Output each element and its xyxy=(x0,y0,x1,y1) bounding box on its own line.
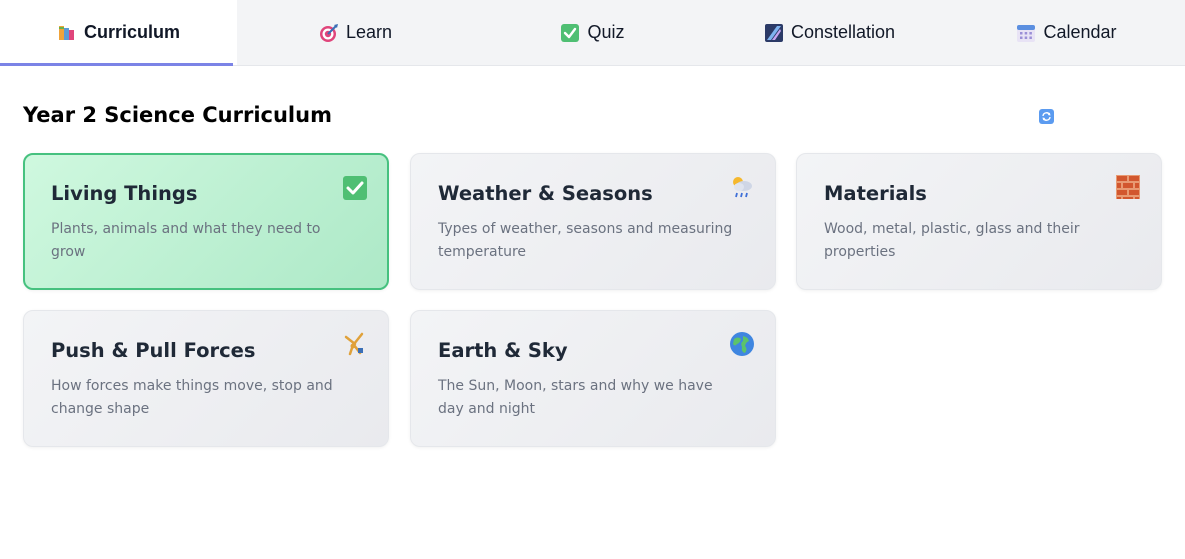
cartwheel-icon xyxy=(342,331,368,357)
topic-description: Types of weather, seasons and measuring … xyxy=(438,221,733,260)
topic-title: Weather & Seasons xyxy=(438,182,653,205)
check-box-icon xyxy=(560,23,580,43)
tab-label: Constellation xyxy=(790,22,896,42)
topic-title: Push & Pull Forces xyxy=(51,339,256,362)
page-title: Year 2 Science Curriculum xyxy=(23,103,332,127)
refresh-icon[interactable] xyxy=(1039,109,1054,124)
topic-card-living-things[interactable]: Living Things Plants, animals and what t… xyxy=(23,153,389,290)
tab-quiz[interactable]: Quiz xyxy=(474,0,711,65)
topic-description: Plants, animals and what they need to gr… xyxy=(51,221,321,260)
tab-label: Quiz xyxy=(587,22,625,42)
tab-bar: Curriculum Learn Quiz Constellation Cale… xyxy=(0,0,1185,66)
topic-card-materials[interactable]: Materials Wood, metal, plastic, glass an… xyxy=(796,153,1162,290)
tab-calendar[interactable]: Calendar xyxy=(948,0,1185,65)
books-icon xyxy=(57,23,77,43)
check-mark-icon xyxy=(342,175,368,201)
topic-description: How forces make things move, stop and ch… xyxy=(51,378,333,417)
tab-label: Calendar xyxy=(1043,22,1117,42)
topic-card-earth-sky[interactable]: Earth & Sky The Sun, Moon, stars and why… xyxy=(410,310,776,447)
topic-title: Materials xyxy=(824,182,927,205)
tab-learn[interactable]: Learn xyxy=(237,0,474,65)
globe-icon xyxy=(729,331,755,357)
tab-label: Curriculum xyxy=(83,22,180,42)
tab-constellation[interactable]: Constellation xyxy=(711,0,948,65)
topic-card-weather-seasons[interactable]: Weather & Seasons Types of weather, seas… xyxy=(410,153,776,290)
calendar-icon xyxy=(1016,23,1036,43)
brick-icon xyxy=(1115,174,1141,200)
topic-title: Living Things xyxy=(51,182,198,205)
stars-icon xyxy=(764,23,784,43)
topic-card-push-pull-forces[interactable]: Push & Pull Forces How forces make thing… xyxy=(23,310,389,447)
topic-description: Wood, metal, plastic, glass and their pr… xyxy=(824,221,1080,260)
topic-title: Earth & Sky xyxy=(438,339,568,362)
rain-cloud-icon xyxy=(729,174,755,200)
tab-curriculum[interactable]: Curriculum xyxy=(0,0,237,66)
topic-description: The Sun, Moon, stars and why we have day… xyxy=(438,378,713,417)
tab-label: Learn xyxy=(345,22,393,42)
target-icon xyxy=(319,23,339,43)
